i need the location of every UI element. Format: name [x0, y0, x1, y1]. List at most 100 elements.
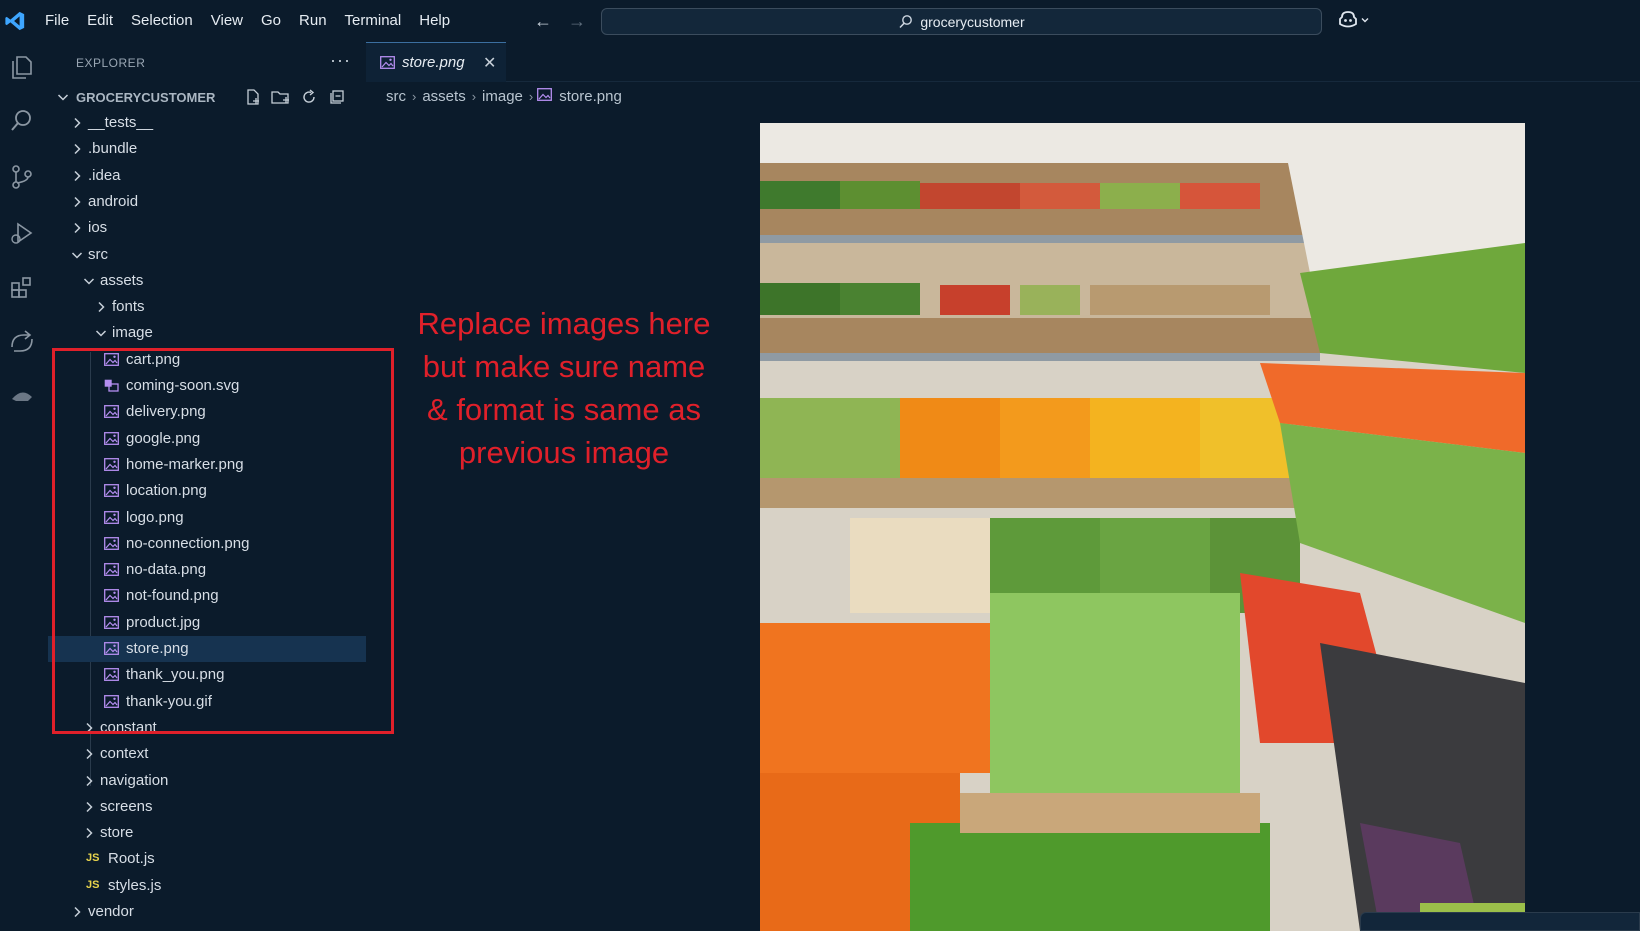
file-no-connection-png[interactable]: no-connection.png [48, 531, 366, 557]
command-center-search[interactable]: grocerycustomer [601, 8, 1322, 35]
annotation-line: & format is same as [427, 392, 701, 427]
breadcrumb-item[interactable]: src [384, 88, 408, 105]
menu-go[interactable]: Go [252, 0, 290, 42]
chevron-right-icon [74, 144, 81, 155]
tree-item-label: location.png [126, 482, 207, 500]
editor-tab-bar: store.png ✕ [366, 42, 1640, 82]
file-location-png[interactable]: location.png [48, 478, 366, 504]
explorer-sidebar: EXPLORER ··· GROCERYCUSTOMER __tests__ .b… [48, 42, 366, 931]
folder-store[interactable]: store [48, 820, 366, 846]
collapse-all-icon[interactable] [327, 87, 347, 107]
breadcrumb-separator-icon: › [412, 88, 417, 104]
file-not-found-png[interactable]: not-found.png [48, 583, 366, 609]
new-file-icon[interactable] [243, 87, 263, 107]
notification-toast[interactable] [1360, 912, 1640, 931]
chevron-right-icon [98, 302, 105, 313]
folder-fonts[interactable]: fonts [48, 294, 366, 320]
lamp-extension-icon[interactable] [7, 382, 37, 412]
tree-item-label: context [100, 745, 149, 763]
refresh-icon[interactable] [299, 87, 319, 107]
copilot-button[interactable] [1338, 11, 1370, 29]
more-actions-icon[interactable]: ··· [330, 50, 351, 71]
tree-item-label: product.jpg [126, 613, 201, 631]
breadcrumb-separator-icon: › [471, 88, 477, 104]
folder-navigation[interactable]: navigation [48, 768, 366, 794]
file-thank-you-png[interactable]: thank_you.png [48, 662, 366, 688]
file-product-jpg[interactable]: product.jpg [48, 610, 366, 636]
menu-view[interactable]: View [202, 0, 252, 42]
file-delivery-png[interactable]: delivery.png [48, 399, 366, 425]
tab-store-png[interactable]: store.png ✕ [366, 42, 506, 82]
file-cart-png[interactable]: cart.png [48, 347, 366, 373]
extensions-icon[interactable] [7, 272, 37, 302]
file-no-data-png[interactable]: no-data.png [48, 557, 366, 583]
folder-bundle[interactable]: .bundle [48, 136, 366, 162]
image-file-icon [104, 510, 119, 524]
folder-idea[interactable]: .idea [48, 163, 366, 189]
file-logo-png[interactable]: logo.png [48, 505, 366, 531]
file-styles-js[interactable]: JS styles.js [48, 873, 366, 899]
tree-item-label: styles.js [108, 876, 162, 894]
forward-arrow-icon[interactable]: → [566, 10, 588, 32]
javascript-file-icon: JS [86, 878, 100, 891]
chevron-right-icon [74, 117, 81, 129]
menu-file[interactable]: File [36, 0, 78, 42]
breadcrumb-item[interactable]: image [480, 88, 525, 105]
tree-item-label: no-connection.png [126, 534, 250, 552]
tree-item-label: thank-you.gif [126, 692, 212, 710]
tree-item-label: Root.js [108, 850, 155, 868]
annotation-line: previous image [458, 435, 670, 470]
tree-item-label: image [112, 324, 153, 342]
folder-constant[interactable]: constant [48, 715, 366, 741]
command-center-label: grocerycustomer [920, 13, 1025, 30]
file-coming-soon-svg[interactable]: coming-soon.svg [48, 373, 366, 399]
back-arrow-icon[interactable]: ← [532, 10, 554, 32]
copilot-icon [1339, 11, 1357, 28]
menu-help[interactable]: Help [410, 0, 459, 42]
file-thank-you-gif[interactable]: thank-you.gif [48, 689, 366, 715]
source-control-icon[interactable] [7, 162, 37, 192]
file-google-png[interactable]: google.png [48, 426, 366, 452]
folder-image[interactable]: image [48, 320, 366, 346]
folder-context[interactable]: context [48, 741, 366, 767]
title-bar: File Edit Selection View Go Run Terminal Help ←… [0, 0, 1640, 42]
tree-item-label: src [88, 245, 108, 263]
menu-selection[interactable]: Selection [122, 0, 202, 42]
remote-explorer-icon[interactable] [7, 328, 37, 358]
file-root-js[interactable]: JS Root.js [48, 846, 366, 872]
activity-bar [0, 42, 44, 931]
menu-edit[interactable]: Edit [78, 0, 122, 42]
menu-run[interactable]: Run [290, 0, 336, 42]
breadcrumb-item[interactable]: assets [420, 88, 467, 105]
chevron-right-icon [86, 749, 93, 760]
folder-tests[interactable]: __tests__ [48, 110, 366, 136]
folder-ios[interactable]: ios [48, 215, 366, 241]
annotation-line: but make sure name [422, 349, 706, 384]
search-sidebar-icon[interactable] [7, 106, 37, 136]
folder-src[interactable]: src [48, 242, 366, 268]
folder-vendor[interactable]: vendor [48, 899, 366, 925]
tree-item-label: google.png [126, 429, 201, 447]
file-store-png[interactable]: store.png [48, 636, 366, 662]
tree-item-label: home-marker.png [126, 455, 244, 473]
menu-terminal[interactable]: Terminal [336, 0, 411, 42]
folder-screens[interactable]: screens [48, 794, 366, 820]
new-folder-icon[interactable] [271, 87, 291, 107]
breadcrumb-item[interactable]: store.png [557, 88, 624, 105]
folder-android[interactable]: android [48, 189, 366, 215]
root-folder-label: GROCERYCUSTOMER [76, 90, 216, 105]
explorer-files-icon[interactable] [7, 52, 37, 82]
run-debug-icon[interactable] [7, 218, 37, 248]
folder-assets[interactable]: assets [48, 268, 366, 294]
explorer-title: EXPLORER [76, 56, 146, 70]
tree-item-label: no-data.png [126, 561, 207, 579]
close-icon[interactable]: ✕ [483, 53, 496, 73]
breadcrumb-separator-icon: › [528, 88, 534, 104]
tree-item-label: ios [88, 219, 108, 237]
file-home-marker-png[interactable]: home-marker.png [48, 452, 366, 478]
tree-item-label: store [100, 824, 134, 842]
annotation-text: Replace images here but make sure name & f… [394, 302, 734, 474]
tree-item-label: fonts [112, 298, 145, 316]
explorer-root-folder[interactable]: GROCERYCUSTOMER [48, 84, 366, 110]
tree-item-label: android [88, 192, 139, 210]
